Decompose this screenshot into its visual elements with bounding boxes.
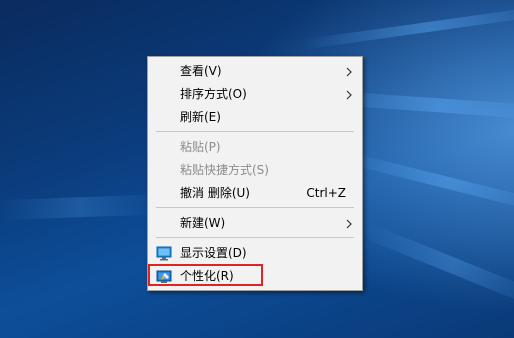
menu-item-undo-delete[interactable]: 撤消 删除(U) Ctrl+Z: [148, 182, 362, 205]
chevron-right-icon: [346, 90, 352, 100]
menu-separator: [156, 131, 354, 132]
wallpaper-light-beam: [338, 150, 514, 216]
menu-item-paste-shortcut[interactable]: 粘贴快捷方式(S): [148, 159, 362, 182]
wallpaper-light-beam: [0, 194, 161, 220]
menu-item-shortcut: Ctrl+Z: [306, 186, 346, 200]
wallpaper-light-beam: [299, 3, 514, 50]
menu-item-refresh[interactable]: 刷新(E): [148, 106, 362, 129]
menu-item-label: 粘贴(P): [180, 140, 221, 154]
menu-item-label: 排序方式(O): [180, 87, 247, 101]
menu-item-label: 查看(V): [180, 64, 222, 78]
menu-item-new[interactable]: 新建(W): [148, 212, 362, 235]
chevron-right-icon: [346, 219, 352, 229]
menu-item-label: 撤消 删除(U): [180, 186, 250, 200]
menu-item-label: 刷新(E): [180, 110, 221, 124]
desktop-context-menu: 查看(V) 排序方式(O) 刷新(E) 粘贴(P) 粘贴快捷方式(S) 撤消 删…: [147, 56, 363, 291]
menu-separator: [156, 237, 354, 238]
menu-item-label: 新建(W): [180, 216, 226, 230]
wallpaper-light-beam: [357, 220, 514, 311]
menu-item-view[interactable]: 查看(V): [148, 60, 362, 83]
menu-item-label: 显示设置(D): [180, 246, 247, 260]
menu-item-paste[interactable]: 粘贴(P): [148, 136, 362, 159]
chevron-right-icon: [346, 67, 352, 77]
menu-item-label: 粘贴快捷方式(S): [180, 163, 269, 177]
display-icon: [156, 246, 172, 261]
menu-item-display-settings[interactable]: 显示设置(D): [148, 242, 362, 265]
menu-separator: [156, 207, 354, 208]
menu-item-sort-by[interactable]: 排序方式(O): [148, 83, 362, 106]
highlight-annotation-box: [148, 264, 263, 286]
